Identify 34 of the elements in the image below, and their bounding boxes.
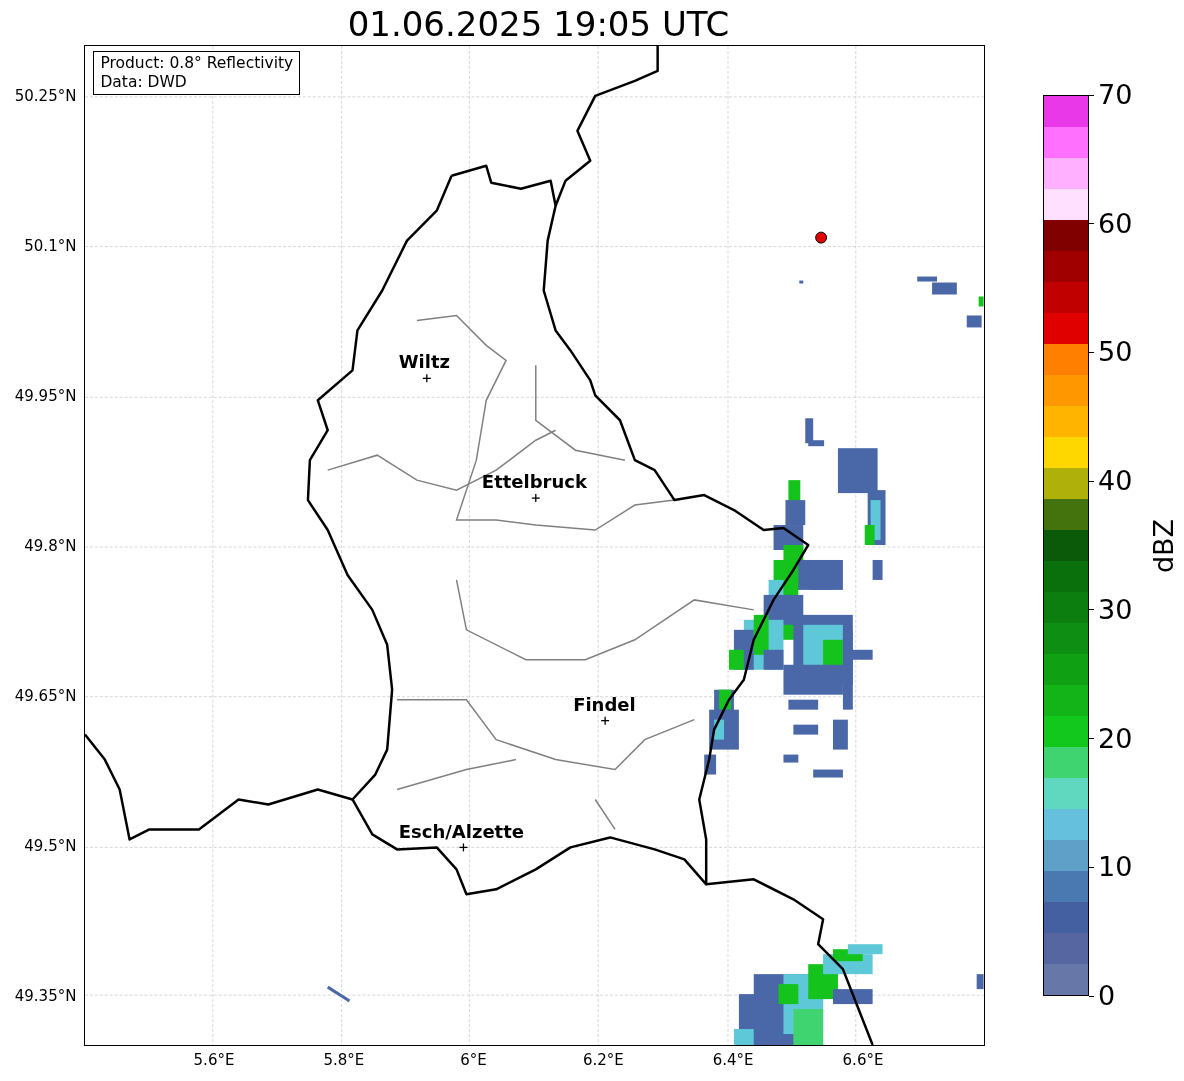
colorbar-tick-label: 50 xyxy=(1098,336,1133,369)
city-marker-icon xyxy=(600,716,611,726)
city-marker-icon xyxy=(459,842,469,853)
longitude-label: 6.4°E xyxy=(712,1051,754,1069)
colorbar-tick-label: 70 xyxy=(1098,79,1133,111)
colorbar-label: dBZ xyxy=(1148,518,1180,573)
latitude-label: 50.25°N xyxy=(14,87,77,105)
latitude-label: 49.8°N xyxy=(24,537,77,555)
chart-title: 01.06.2025 19:05 UTC xyxy=(347,4,730,44)
colorbar-tick-label: 20 xyxy=(1098,722,1133,755)
latitude-label: 49.5°N xyxy=(24,837,77,855)
colorbar-tick-label: 10 xyxy=(1098,851,1133,884)
latitude-label: 49.65°N xyxy=(14,687,77,705)
colorbar-tick-label: 0 xyxy=(1098,980,1116,1012)
longitude-label: 5.8°E xyxy=(323,1051,365,1069)
latitude-label: 49.35°N xyxy=(14,987,77,1005)
city-label: Ettelbruck xyxy=(481,472,587,492)
city-label: Findel xyxy=(573,695,636,715)
radar-site-icon xyxy=(815,231,828,244)
colorbar-tick-label: 40 xyxy=(1098,465,1133,498)
longitude-label: 5.6°E xyxy=(193,1051,235,1069)
city-marker-icon xyxy=(531,493,541,503)
colorbar-tick-label: 60 xyxy=(1098,207,1133,240)
info-text: Data: DWD xyxy=(100,73,188,92)
longitude-label: 6.2°E xyxy=(582,1051,624,1069)
longitude-label: 6.6°E xyxy=(842,1051,884,1069)
latitude-label: 50.1°N xyxy=(24,237,77,255)
latitude-label: 49.95°N xyxy=(14,387,77,405)
city-marker-icon xyxy=(422,373,432,383)
city-label: Esch/Alzette xyxy=(398,822,525,842)
info-text: Product: 0.8° Reflectivity xyxy=(100,54,294,73)
city-label: Wiltz xyxy=(398,352,451,372)
colorbar-tick-label: 30 xyxy=(1098,593,1133,626)
longitude-label: 6°E xyxy=(460,1051,487,1069)
